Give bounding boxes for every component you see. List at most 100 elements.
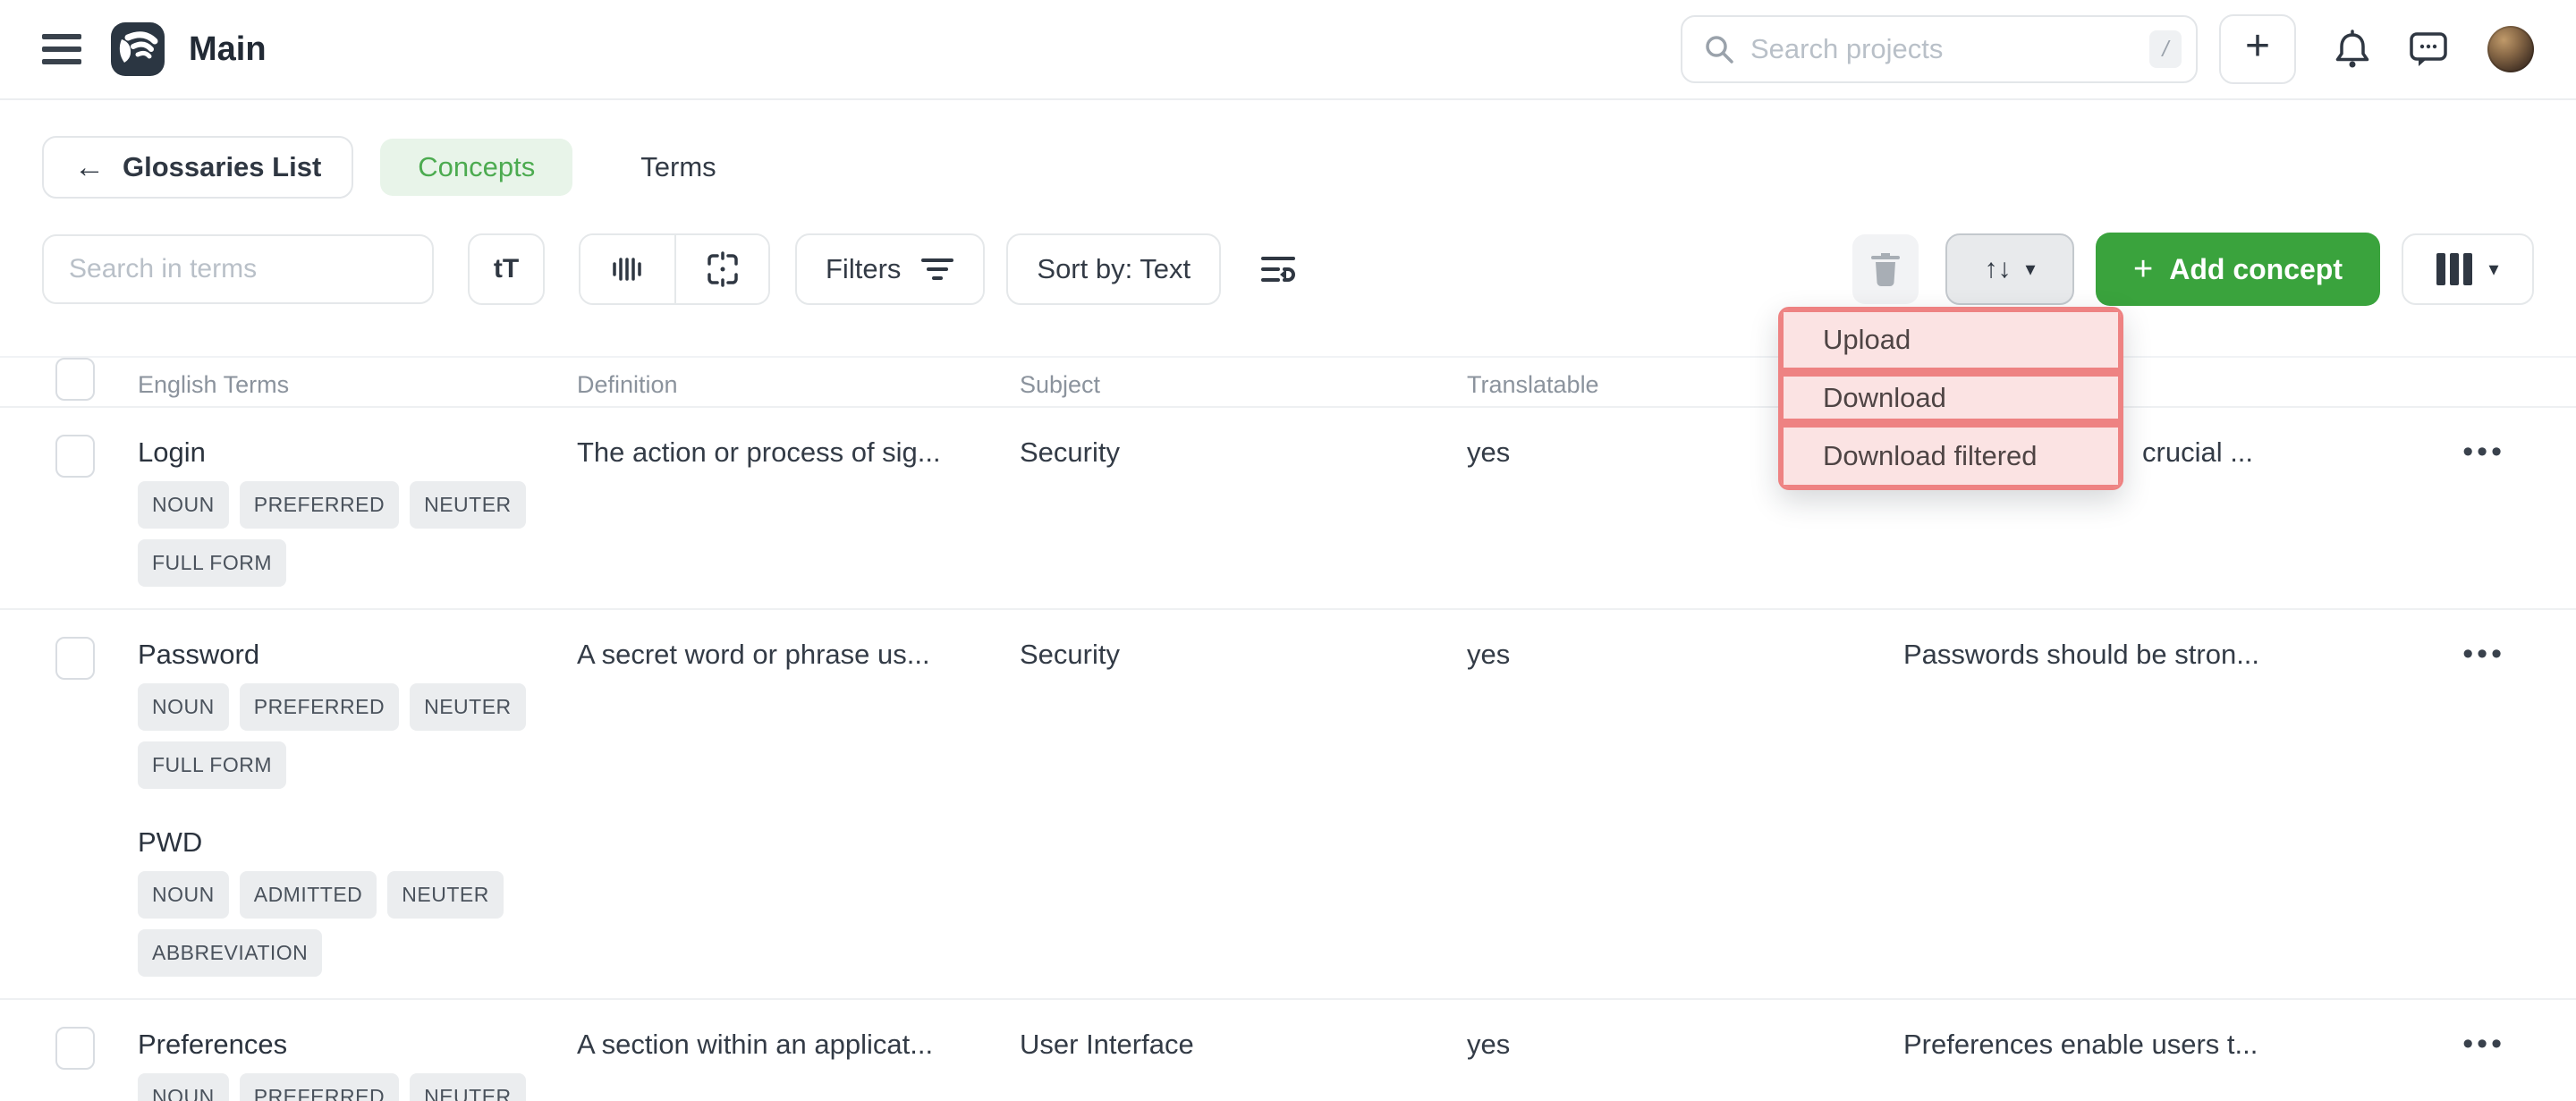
- match-mode-group: [579, 233, 770, 305]
- definition-cell: A secret word or phrase us...: [577, 637, 1020, 977]
- back-to-glossaries-button[interactable]: ← Glossaries List: [42, 136, 353, 199]
- table-header-row: English Terms Definition Subject Transla…: [0, 356, 2576, 408]
- up-down-arrows-icon: ↑↓: [1984, 254, 2011, 284]
- badge: ADMITTED: [240, 871, 377, 919]
- term-badges: NOUN PREFERRED NEUTER FULL FORM: [138, 673, 552, 789]
- letter-case-icon: tT: [494, 254, 519, 284]
- badge: NEUTER: [410, 1073, 526, 1101]
- column-header-subject: Subject: [1020, 367, 1467, 402]
- search-terms-input[interactable]: [42, 234, 434, 304]
- avatar[interactable]: [2487, 26, 2534, 72]
- note-cell: Preferences enable users t...: [1903, 1027, 2404, 1101]
- chat-icon: [2409, 30, 2448, 68]
- row-actions-button[interactable]: •••: [2462, 436, 2505, 468]
- add-concept-label: Add concept: [2169, 253, 2343, 286]
- row-actions-button[interactable]: •••: [2462, 638, 2505, 670]
- filters-button[interactable]: Filters: [795, 233, 985, 305]
- crop-select-button[interactable]: [674, 235, 768, 303]
- term-text[interactable]: Password: [138, 637, 552, 673]
- upload-download-menu: Upload Download Download filtered: [1778, 307, 2123, 490]
- glossary-concepts-page: Main / +: [0, 0, 2576, 1101]
- search-projects-input[interactable]: [1750, 33, 2149, 65]
- concepts-table: English Terms Definition Subject Transla…: [0, 356, 2576, 1101]
- tab-concepts[interactable]: Concepts: [380, 139, 572, 196]
- term-text[interactable]: Preferences: [138, 1027, 552, 1063]
- letter-case-button[interactable]: tT: [468, 233, 545, 305]
- badge: NEUTER: [387, 871, 504, 919]
- term-badges: NOUN PREFERRED NEUTER FULL FORM: [138, 1063, 552, 1101]
- barcode-icon: [611, 253, 645, 285]
- sort-by-label: Sort by: Text: [1037, 253, 1191, 285]
- badge: PREFERRED: [240, 481, 399, 529]
- badge: PREFERRED: [240, 1073, 399, 1101]
- note-text: crucial ...: [2142, 435, 2253, 470]
- menu-item-download-filtered[interactable]: Download filtered: [1781, 425, 2121, 487]
- bell-icon: [2334, 29, 2371, 70]
- wrap-text-icon: [1260, 253, 1296, 285]
- term-block: Login NOUN PREFERRED NEUTER FULL FORM: [138, 435, 552, 587]
- top-bar: Main / +: [0, 0, 2576, 100]
- badge: NOUN: [138, 1073, 229, 1101]
- glossary-nav: ← Glossaries List Concepts Terms: [42, 136, 2534, 199]
- note-cell: Passwords should be stron...: [1903, 637, 2404, 977]
- terms-cell: Password NOUN PREFERRED NEUTER FULL FORM…: [138, 637, 577, 977]
- sort-by-button[interactable]: Sort by: Text: [1006, 233, 1221, 305]
- table-row: Login NOUN PREFERRED NEUTER FULL FORM Th…: [0, 408, 2576, 610]
- page-title: Main: [189, 30, 267, 69]
- definition-cell: A section within an applicat...: [577, 1027, 1020, 1101]
- subject-cell: Security: [1020, 637, 1467, 977]
- exact-match-button[interactable]: [580, 235, 674, 303]
- menu-item-upload[interactable]: Upload: [1781, 309, 2121, 370]
- wrap-text-button[interactable]: [1260, 253, 1296, 285]
- column-header-definition: Definition: [577, 367, 1020, 402]
- definition-cell: The action or process of sig...: [577, 435, 1020, 587]
- table-row: Password NOUN PREFERRED NEUTER FULL FORM…: [0, 610, 2576, 1000]
- chevron-down-icon: ▾: [2025, 258, 2035, 281]
- upload-download-button[interactable]: ↑↓ ▾: [1945, 233, 2074, 305]
- row-actions-button[interactable]: •••: [2462, 1028, 2505, 1060]
- filter-icon: [920, 255, 954, 284]
- create-project-button[interactable]: +: [2219, 14, 2296, 84]
- badge: FULL FORM: [138, 539, 286, 587]
- trash-icon: [1869, 251, 1902, 287]
- badge: NOUN: [138, 871, 229, 919]
- translatable-cell: yes: [1467, 637, 1903, 977]
- filters-label: Filters: [826, 253, 901, 285]
- translatable-cell: yes: [1467, 1027, 1903, 1101]
- term-block: PWD NOUN ADMITTED NEUTER ABBREVIATION: [138, 825, 552, 977]
- badge: NOUN: [138, 481, 229, 529]
- table-row: Preferences NOUN PREFERRED NEUTER FULL F…: [0, 1000, 2576, 1101]
- terms-cell: Preferences NOUN PREFERRED NEUTER FULL F…: [138, 1027, 577, 1101]
- ellipsis-icon: •••: [2462, 1027, 2505, 1061]
- add-concept-button[interactable]: + Add concept: [2096, 233, 2380, 306]
- columns-settings-button[interactable]: ▾: [2402, 233, 2534, 305]
- subject-cell: User Interface: [1020, 1027, 1467, 1101]
- row-checkbox[interactable]: [55, 637, 95, 680]
- subject-cell: Security: [1020, 435, 1467, 587]
- badge: NEUTER: [410, 683, 526, 731]
- menu-button[interactable]: [42, 34, 81, 64]
- term-block: Password NOUN PREFERRED NEUTER FULL FORM: [138, 637, 552, 789]
- column-header-english-terms: English Terms: [138, 367, 577, 402]
- messages-button[interactable]: [2409, 30, 2448, 68]
- ellipsis-icon: •••: [2462, 435, 2505, 469]
- term-block: Preferences NOUN PREFERRED NEUTER FULL F…: [138, 1027, 552, 1101]
- columns-icon: [2436, 253, 2472, 285]
- app-logo: [110, 21, 165, 77]
- select-all-checkbox[interactable]: [55, 358, 95, 401]
- delete-button[interactable]: [1852, 234, 1919, 304]
- term-text[interactable]: Login: [138, 435, 552, 470]
- crowdin-logo-icon: [110, 21, 165, 77]
- row-checkbox[interactable]: [55, 435, 95, 478]
- row-checkbox[interactable]: [55, 1027, 95, 1070]
- menu-item-download[interactable]: Download: [1781, 374, 2121, 421]
- notifications-button[interactable]: [2334, 29, 2371, 70]
- term-text[interactable]: PWD: [138, 825, 552, 860]
- tab-terms[interactable]: Terms: [603, 139, 753, 196]
- term-badges: NOUN ADMITTED NEUTER ABBREVIATION: [138, 860, 552, 977]
- search-projects-box: /: [1681, 15, 2198, 83]
- back-arrow-icon: ←: [74, 152, 105, 182]
- terms-cell: Login NOUN PREFERRED NEUTER FULL FORM: [138, 435, 577, 587]
- crop-icon: [705, 251, 741, 287]
- ellipsis-icon: •••: [2462, 637, 2505, 671]
